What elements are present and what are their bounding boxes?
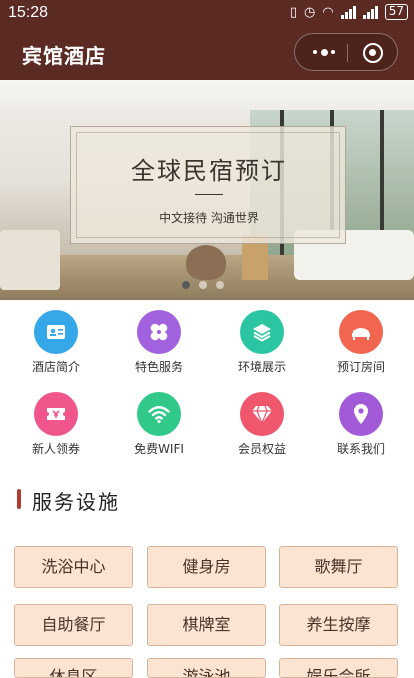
page-title: 宾馆酒店 — [22, 44, 106, 68]
battery-icon: 57 — [384, 4, 408, 20]
more-icon[interactable] — [313, 46, 335, 58]
status-icons: ▯ ◷ ◠ 57 — [290, 4, 408, 20]
facility-button[interactable]: 棋牌室 — [147, 604, 266, 646]
wifi-icon — [137, 392, 181, 436]
top-bar: 15:28 ▯ ◷ ◠ 57 宾馆酒店 — [0, 0, 414, 80]
menu-item-label: 免费WIFI — [134, 442, 184, 456]
signal-icon — [340, 5, 356, 19]
section-accent-bar — [17, 489, 21, 509]
menu-item-label: 会员权益 — [237, 442, 286, 456]
menu-item-label: 新人领券 — [31, 442, 80, 456]
wifi-status-icon: ◠ — [322, 4, 334, 20]
signal-icon-2 — [362, 5, 378, 19]
carousel-dot[interactable] — [216, 281, 224, 289]
location-pin-icon — [339, 392, 383, 436]
banner-tagline: 中文接待 沟通世界 — [159, 211, 259, 225]
diamond-icon — [240, 392, 284, 436]
menu-item-book-room[interactable]: 预订房间 — [309, 308, 413, 388]
facility-button[interactable]: 洗浴中心 — [14, 546, 133, 588]
menu-item-featured-services[interactable]: 特色服务 — [107, 308, 211, 388]
status-time: 15:28 — [8, 4, 49, 21]
banner-caption-panel: 全球民宿预订 中文接待 沟通世界 — [70, 126, 346, 244]
facility-button[interactable]: 休息区 — [14, 658, 133, 678]
id-card-icon — [34, 310, 78, 354]
ticket-icon — [34, 392, 78, 436]
facility-button[interactable]: 游泳池 — [147, 658, 266, 678]
bed-icon — [339, 310, 383, 354]
clover-icon — [137, 310, 181, 354]
menu-item-free-wifi[interactable]: 免费WIFI — [107, 390, 211, 470]
menu-item-label: 预订房间 — [336, 360, 385, 374]
menu-item-environment[interactable]: 环境展示 — [210, 308, 314, 388]
menu-item-label: 酒店简介 — [31, 360, 80, 374]
layers-icon — [240, 310, 284, 354]
close-mini-program-icon[interactable] — [363, 43, 383, 63]
banner-divider — [195, 194, 223, 195]
carousel-dots — [182, 281, 224, 289]
mini-program-capsule — [294, 33, 398, 71]
menu-item-member-benefits[interactable]: 会员权益 — [210, 390, 314, 470]
menu-item-label: 联系我们 — [336, 442, 385, 456]
facility-button[interactable]: 健身房 — [147, 546, 266, 588]
facility-button[interactable]: 自助餐厅 — [14, 604, 133, 646]
vibrate-icon: ▯ — [289, 4, 298, 20]
banner-headline: 全球民宿预订 — [131, 157, 287, 185]
carousel-dot[interactable] — [199, 281, 207, 289]
facility-button[interactable]: 歌舞厅 — [279, 546, 398, 588]
menu-item-hotel-intro[interactable]: 酒店简介 — [4, 308, 108, 388]
section-title: 服务设施 — [32, 490, 120, 514]
menu-item-label: 环境展示 — [237, 360, 286, 374]
facility-button[interactable]: 养生按摩 — [279, 604, 398, 646]
banner-carousel[interactable]: 全球民宿预订 中文接待 沟通世界 — [0, 80, 414, 300]
capsule-divider — [347, 44, 348, 62]
menu-item-new-user-coupon[interactable]: 新人领券 — [4, 390, 108, 470]
facility-button[interactable]: 娱乐会所 — [279, 658, 398, 678]
carousel-dot[interactable] — [182, 281, 190, 289]
status-bar: 15:28 ▯ ◷ ◠ 57 — [0, 0, 414, 28]
menu-item-label: 特色服务 — [134, 360, 183, 374]
alarm-icon: ◷ — [304, 4, 316, 20]
menu-item-contact-us[interactable]: 联系我们 — [309, 390, 413, 470]
